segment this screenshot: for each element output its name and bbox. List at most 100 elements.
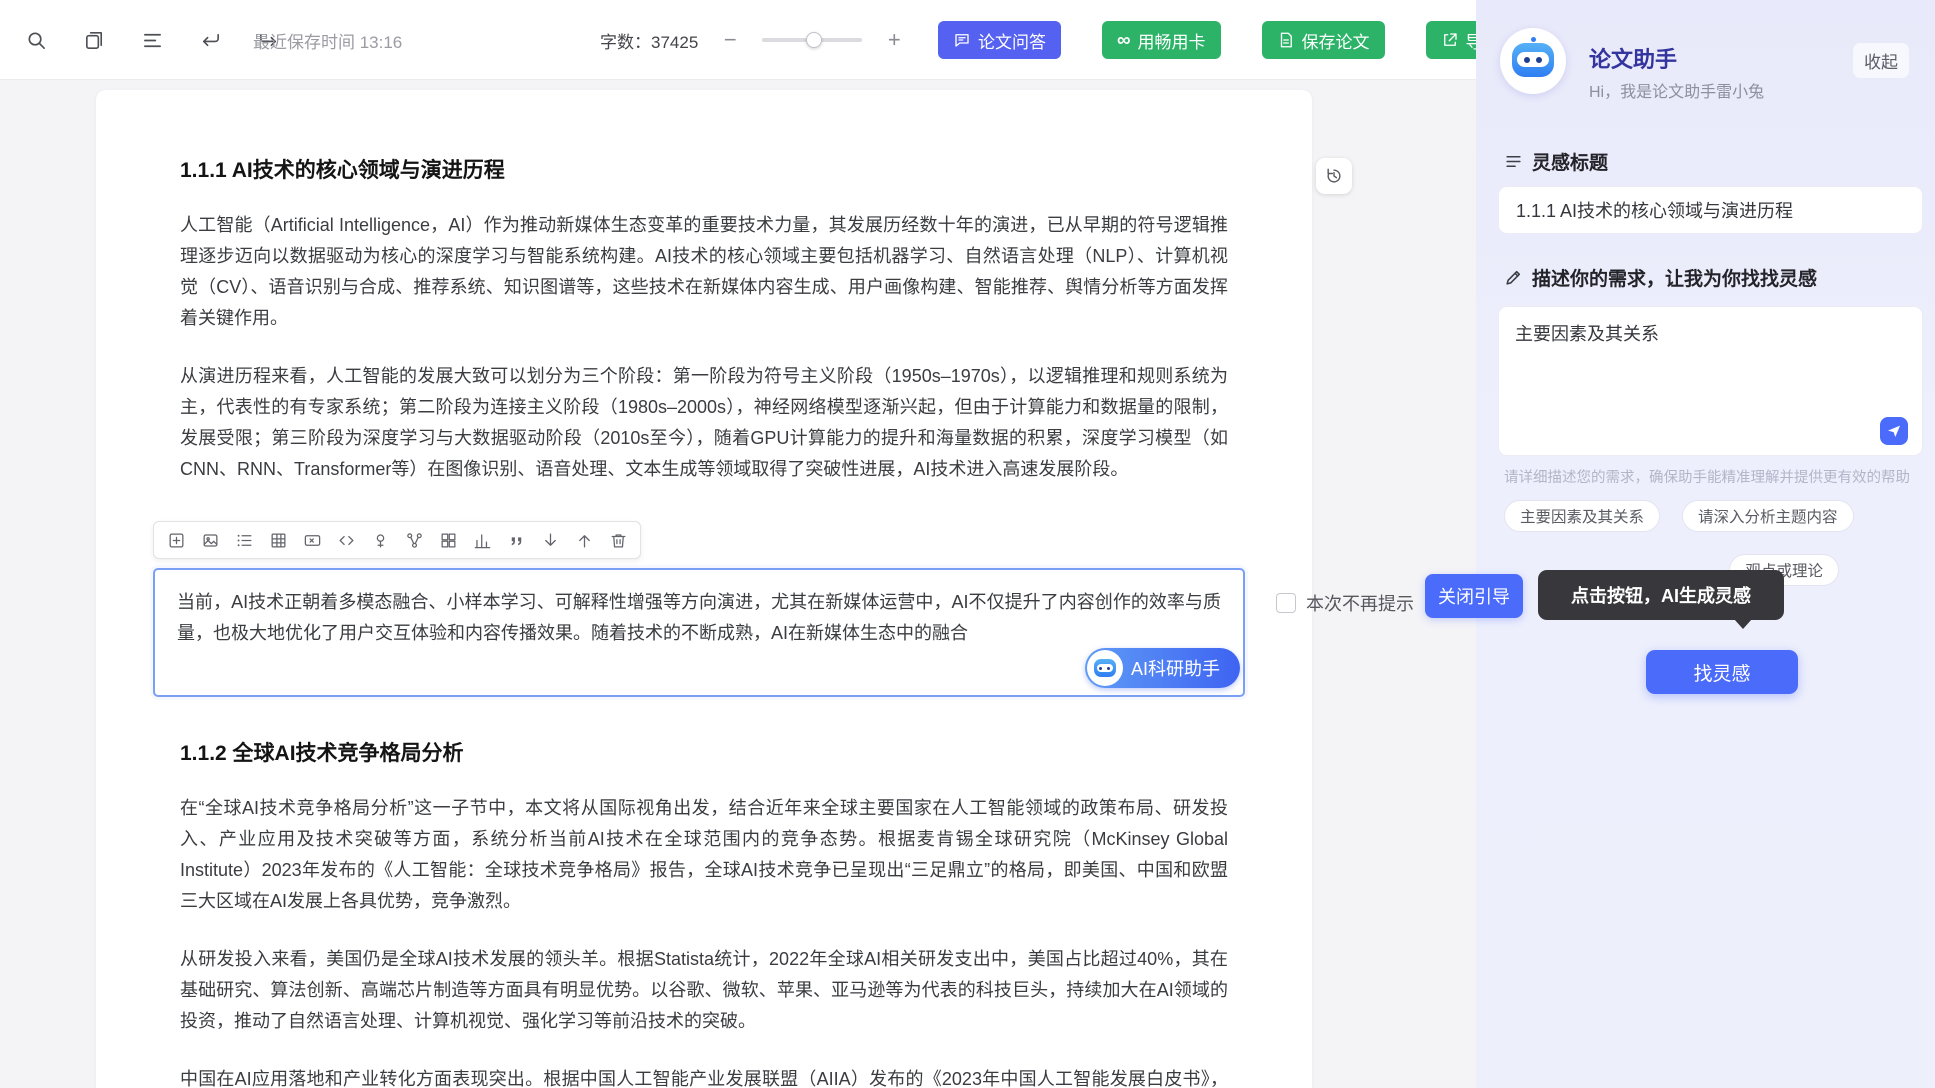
export-icon (1441, 31, 1459, 49)
outline-icon (141, 29, 164, 52)
return-left-button[interactable] (192, 22, 228, 58)
suggestion-chip-2[interactable]: 请深入分析主题内容 (1682, 500, 1854, 532)
find-inspiration-button[interactable]: 找灵感 (1646, 650, 1798, 694)
arrow-down-icon (541, 531, 560, 550)
section-heading-2: 1.1.2 全球AI技术竞争格局分析 (180, 737, 1228, 767)
send-plane-icon (1886, 423, 1902, 439)
text-box-button[interactable] (298, 527, 326, 553)
describe-need-label: 描述你的需求，让我为你找找灵感 (1532, 264, 1817, 291)
flowchart-button[interactable] (400, 527, 428, 553)
send-button[interactable] (1880, 417, 1908, 445)
assistant-title: 论文助手 (1589, 42, 1677, 74)
anchor-icon (371, 531, 390, 550)
infinity-icon: ∞ (1117, 31, 1131, 50)
word-count: 字数：37425 (600, 28, 698, 53)
plus-icon (167, 531, 186, 550)
search-icon (25, 29, 48, 52)
chart-icon (473, 531, 492, 550)
checkbox[interactable] (1276, 593, 1296, 613)
delete-block-button[interactable] (604, 527, 632, 553)
pencil-icon (1504, 268, 1523, 287)
guide-tooltip: 点击按钮，AI生成灵感 (1538, 570, 1784, 620)
collapse-button[interactable]: 收起 (1853, 43, 1909, 78)
paper-qa-label: 论文问答 (978, 28, 1046, 53)
tooltip-arrow (1734, 619, 1752, 629)
assistant-sidebar: 论文助手 Hi，我是论文助手雷小兔 收起 灵感标题 描述你的需求，让我为你找找灵… (1476, 0, 1935, 1088)
search-button[interactable] (18, 22, 54, 58)
suggestion-chip-1[interactable]: 主要因素及其关系 (1504, 500, 1660, 532)
list-icon (235, 531, 254, 550)
insert-block-button[interactable] (162, 527, 190, 553)
zoom-out-button[interactable]: − (716, 26, 744, 54)
code-button[interactable] (332, 527, 360, 553)
document-icon (1277, 31, 1295, 49)
selected-paragraph: 当前，AI技术正朝着多模态融合、小样本学习、可解释性增强等方向演进，尤其在新媒体… (177, 587, 1221, 649)
save-paper-button[interactable]: 保存论文 (1262, 21, 1385, 59)
ai-badge-avatar (1087, 650, 1123, 686)
dont-show-again-checkbox-row[interactable]: 本次不再提示 (1276, 590, 1414, 616)
return-left-icon (199, 29, 222, 52)
suggestion-chips-row: 主要因素及其关系 请深入分析主题内容 (1504, 500, 1854, 532)
list-lines-icon (1504, 152, 1523, 171)
chat-doc-icon (953, 31, 971, 49)
layout-button[interactable] (434, 527, 462, 553)
pages-icon (83, 29, 106, 52)
slider-knob[interactable] (806, 32, 822, 48)
close-guide-button[interactable]: 关闭引导 (1425, 574, 1523, 618)
table-icon (269, 531, 288, 550)
code-icon (337, 531, 356, 550)
editor-workspace: 1.1.1 AI技术的核心领域与演进历程 人工智能（Artificial Int… (0, 80, 1476, 1088)
image-icon (201, 531, 220, 550)
toolbar-actions: 论文问答 ∞ 用畅用卡 保存论文 导出论文 (938, 21, 1549, 59)
move-down-button[interactable] (536, 527, 564, 553)
zoom-slider[interactable] (762, 30, 862, 50)
inspiration-title-input[interactable] (1498, 186, 1923, 234)
guide-tooltip-text: 点击按钮，AI生成灵感 (1571, 582, 1751, 608)
trash-icon (609, 531, 628, 550)
describe-need-section: 描述你的需求，让我为你找找灵感 (1504, 264, 1817, 291)
ai-badge-label: AI科研助手 (1131, 655, 1220, 681)
toolbar-icon-group (18, 0, 286, 80)
inline-editor-zone: 当前，AI技术正朝着多模态融合、小样本学习、可解释性增强等方向演进，尤其在新媒体… (153, 521, 1245, 697)
bullet-list-button[interactable] (230, 527, 258, 553)
outline-button[interactable] (134, 22, 170, 58)
history-icon (1324, 166, 1344, 186)
document-page[interactable]: 1.1.1 AI技术的核心领域与演进历程 人工智能（Artificial Int… (96, 90, 1312, 1088)
inspiration-title-label: 灵感标题 (1532, 148, 1608, 175)
textbox-icon (303, 531, 322, 550)
insert-table-button[interactable] (264, 527, 292, 553)
version-history-button[interactable] (1316, 158, 1352, 194)
paragraph-3: 在“全球AI技术竞争格局分析”这一子节中，本文将从国际视角出发，结合近年来全球主… (180, 793, 1228, 917)
assistant-greeting: Hi，我是论文助手雷小兔 (1589, 78, 1764, 102)
member-card-label: 用畅用卡 (1138, 28, 1206, 53)
zoom-in-button[interactable]: + (880, 26, 908, 54)
insert-image-button[interactable] (196, 527, 224, 553)
anchor-button[interactable] (366, 527, 394, 553)
move-up-button[interactable] (570, 527, 598, 553)
floating-editor-toolbar (153, 521, 641, 559)
assistant-avatar (1500, 28, 1566, 94)
member-card-button[interactable]: ∞ 用畅用卡 (1102, 21, 1221, 59)
paragraph-5: 中国在AI应用落地和产业转化方面表现突出。根据中国人工智能产业发展联盟（AIIA… (180, 1064, 1228, 1088)
helper-text: 请详细描述您的需求，确保助手能精准理解并提供更有效的帮助 (1504, 466, 1910, 487)
paragraph-4: 从研发投入来看，美国仍是全球AI技术发展的领头羊。根据Statista统计，20… (180, 944, 1228, 1037)
paragraph-1: 人工智能（Artificial Intelligence，AI）作为推动新媒体生… (180, 210, 1228, 334)
last-saved-time: 最近保存时间 13:16 (253, 0, 402, 80)
arrow-up-icon (575, 531, 594, 550)
quote-button[interactable] (502, 527, 530, 553)
need-textarea[interactable]: 主要因素及其关系 (1499, 307, 1922, 419)
selected-text-block[interactable]: 当前，AI技术正朝着多模态融合、小样本学习、可解释性增强等方向演进，尤其在新媒体… (153, 568, 1245, 697)
word-count-group: 字数：37425 − + (600, 0, 908, 80)
paper-qa-button[interactable]: 论文问答 (938, 21, 1061, 59)
section-heading-1: 1.1.1 AI技术的核心领域与演进历程 (180, 154, 1228, 184)
inspiration-title-section: 灵感标题 (1504, 148, 1608, 175)
top-toolbar: 最近保存时间 13:16 字数：37425 − + 论文问答 ∞ 用畅用卡 保存… (0, 0, 1476, 80)
save-paper-label: 保存论文 (1302, 28, 1370, 53)
flow-icon (405, 531, 424, 550)
checkbox-label: 本次不再提示 (1306, 590, 1414, 616)
insert-chart-button[interactable] (468, 527, 496, 553)
paragraph-2: 从演进历程来看，人工智能的发展大致可以划分为三个阶段：第一阶段为符号主义阶段（1… (180, 361, 1228, 485)
grid-icon (439, 531, 458, 550)
pages-button[interactable] (76, 22, 112, 58)
ai-assistant-badge[interactable]: AI科研助手 (1085, 648, 1240, 688)
